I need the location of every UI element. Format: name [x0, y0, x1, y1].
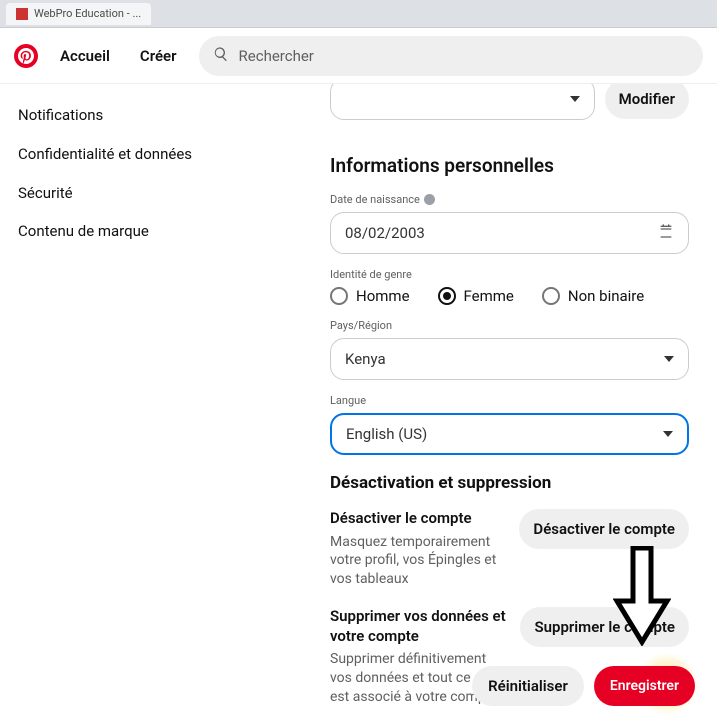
- pinterest-logo-icon[interactable]: [14, 44, 38, 68]
- delete-button[interactable]: Supprimer le compte: [520, 607, 689, 647]
- personal-info-title: Informations personnelles: [330, 154, 689, 177]
- search-wrap: [199, 36, 703, 76]
- calendar-icon: [658, 223, 674, 243]
- reset-button[interactable]: Réinitialiser: [472, 666, 584, 706]
- dob-input[interactable]: 08/02/2003: [330, 212, 689, 254]
- deactivate-heading: Désactiver le compte: [330, 509, 505, 529]
- language-label: Langue: [330, 394, 689, 407]
- language-value: English (US): [346, 425, 427, 443]
- radio-homme[interactable]: Homme: [330, 287, 410, 305]
- search-icon: [213, 46, 229, 66]
- deactivate-title: Désactivation et suppression: [330, 473, 689, 493]
- gender-radios: Homme Femme Non binaire: [330, 287, 689, 305]
- country-select[interactable]: Kenya: [330, 338, 689, 380]
- sidebar-item-privacy[interactable]: Confidentialité et données: [18, 135, 200, 174]
- gender-label: Identité de genre: [330, 268, 689, 281]
- chevron-down-icon: [664, 356, 674, 362]
- radio-icon: [438, 287, 456, 305]
- tab-title: WebPro Education - ...: [34, 7, 141, 20]
- main-panel: Modifier Informations personnelles Date …: [200, 84, 717, 720]
- radio-nonbinaire[interactable]: Non binaire: [542, 287, 644, 305]
- language-select[interactable]: English (US): [330, 413, 689, 455]
- nav-create[interactable]: Créer: [132, 37, 185, 75]
- dob-value: 08/02/2003: [345, 224, 425, 242]
- bottom-bar: Réinitialiser Enregistrer: [472, 666, 695, 706]
- dob-label: Date de naissance: [330, 193, 689, 206]
- delete-heading: Supprimer vos données et votre compte: [330, 607, 506, 646]
- radio-icon: [542, 287, 560, 305]
- browser-tab[interactable]: WebPro Education - ...: [6, 3, 151, 25]
- deactivate-desc: Masquez temporairement votre profil, vos…: [330, 533, 505, 590]
- chevron-down-icon: [663, 431, 673, 437]
- radio-icon: [330, 287, 348, 305]
- browser-tabbar: WebPro Education - ...: [0, 0, 717, 28]
- sidebar-item-notifications[interactable]: Notifications: [18, 96, 200, 135]
- sidebar-item-branded-content[interactable]: Contenu de marque: [18, 212, 200, 251]
- modify-button[interactable]: Modifier: [605, 84, 689, 119]
- nav-home[interactable]: Accueil: [52, 37, 118, 75]
- country-value: Kenya: [345, 350, 386, 368]
- info-icon: [424, 194, 435, 205]
- top-select[interactable]: [330, 84, 595, 120]
- favicon-icon: [16, 8, 28, 20]
- chevron-down-icon: [570, 96, 580, 102]
- sidebar-item-security[interactable]: Sécurité: [18, 174, 200, 213]
- save-button[interactable]: Enregistrer: [594, 666, 695, 706]
- search-input[interactable]: [199, 36, 703, 76]
- top-nav: Accueil Créer: [0, 28, 717, 84]
- radio-femme[interactable]: Femme: [438, 287, 514, 305]
- country-label: Pays/Région: [330, 319, 689, 332]
- deactivate-button[interactable]: Désactiver le compte: [519, 509, 689, 549]
- settings-sidebar: Notifications Confidentialité et données…: [0, 84, 200, 720]
